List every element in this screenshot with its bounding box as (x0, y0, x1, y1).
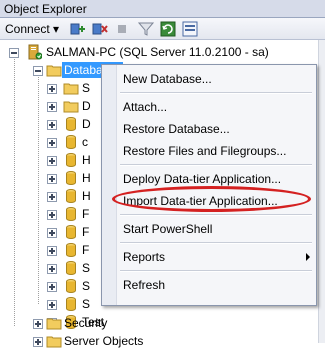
server-label: SALMAN-PC (SQL Server 11.0.2100 - sa) (46, 45, 269, 59)
refresh-icon[interactable] (160, 21, 176, 37)
database-label: S (82, 279, 91, 293)
database-icon (66, 189, 76, 203)
object-explorer-toolbar: Connect ▾ (0, 18, 325, 40)
menu-separator (120, 92, 312, 94)
menu-item-refresh[interactable]: Refresh (123, 276, 165, 294)
stop-icon[interactable] (114, 21, 130, 37)
database-icon (66, 225, 76, 239)
database-label: S (82, 261, 91, 275)
menu-item-attach[interactable]: Attach... (123, 98, 167, 116)
expand-toggle[interactable] (47, 228, 57, 238)
menu-separator (120, 270, 312, 272)
expand-toggle[interactable] (47, 246, 57, 256)
collapse-toggle[interactable] (9, 48, 19, 58)
expand-toggle[interactable] (47, 102, 57, 112)
server-icon (28, 44, 42, 60)
connect-button[interactable]: Connect ▾ (3, 21, 61, 37)
connect-button-label: Connect (5, 22, 50, 36)
expand-toggle[interactable] (47, 120, 57, 130)
folder-icon (46, 336, 62, 348)
expand-toggle[interactable] (47, 282, 57, 292)
expand-toggle[interactable] (47, 174, 57, 184)
summary-icon[interactable] (182, 21, 198, 37)
menu-item-reports[interactable]: Reports (123, 248, 165, 266)
connect-object-icon[interactable] (70, 21, 86, 37)
expand-toggle[interactable] (33, 337, 43, 347)
menu-icon-gutter (102, 65, 117, 305)
database-icon (66, 135, 76, 149)
database-label: H (82, 153, 91, 167)
expand-toggle[interactable] (47, 192, 57, 202)
menu-separator (120, 214, 312, 216)
expand-toggle[interactable] (47, 138, 57, 148)
expand-toggle[interactable] (47, 156, 57, 166)
menu-item-start-powershell[interactable]: Start PowerShell (123, 220, 212, 238)
databases-context-menu: New Database... Attach... Restore Databa… (101, 64, 317, 306)
window-title: Object Explorer (4, 2, 87, 16)
menu-separator (120, 242, 312, 244)
vertical-scrollbar[interactable] (318, 40, 325, 343)
expand-toggle[interactable] (47, 84, 57, 94)
menu-separator (120, 164, 312, 166)
submenu-arrow-icon (306, 253, 310, 261)
database-label: H (82, 189, 91, 203)
menu-item-restore-files[interactable]: Restore Files and Filegroups... (123, 142, 286, 160)
expand-toggle[interactable] (47, 264, 57, 274)
folder-icon (63, 101, 79, 113)
menu-item-import-data-tier[interactable]: Import Data-tier Application... (123, 192, 278, 210)
database-label: D (82, 117, 91, 131)
expand-toggle[interactable] (47, 210, 57, 220)
collapse-toggle[interactable] (33, 66, 43, 76)
database-label: F (82, 225, 90, 239)
database-icon (66, 117, 76, 131)
filter-icon[interactable] (138, 21, 154, 37)
tree-guide-line (14, 56, 15, 326)
menu-item-deploy-data-tier[interactable]: Deploy Data-tier Application... (123, 170, 281, 188)
menu-item-new-database[interactable]: New Database... (123, 70, 212, 88)
database-label: D (82, 99, 91, 113)
server-objects-label: Server Objects (64, 334, 144, 348)
database-label: c (82, 135, 88, 149)
database-icon (66, 243, 76, 257)
chevron-down-icon: ▾ (53, 22, 60, 36)
database-label: F (82, 243, 90, 257)
database-label: S (82, 297, 91, 311)
menu-item-restore-database[interactable]: Restore Database... (123, 120, 230, 138)
database-icon (66, 297, 76, 311)
tree-guide-line (38, 72, 39, 304)
folder-icon (46, 318, 62, 330)
object-explorer-titlebar: Object Explorer (0, 0, 325, 18)
folder-icon (63, 83, 79, 95)
folder-icon (46, 65, 62, 77)
database-icon (66, 153, 76, 167)
security-label: Security (64, 316, 108, 330)
expand-toggle[interactable] (33, 319, 43, 329)
database-icon (66, 261, 76, 275)
database-icon (66, 171, 76, 185)
database-label: S (82, 81, 91, 95)
expand-toggle[interactable] (47, 300, 57, 310)
disconnect-icon[interactable] (92, 21, 108, 37)
database-label: H (82, 171, 91, 185)
database-icon (66, 279, 76, 293)
database-label: F (82, 207, 90, 221)
database-icon (66, 207, 76, 221)
